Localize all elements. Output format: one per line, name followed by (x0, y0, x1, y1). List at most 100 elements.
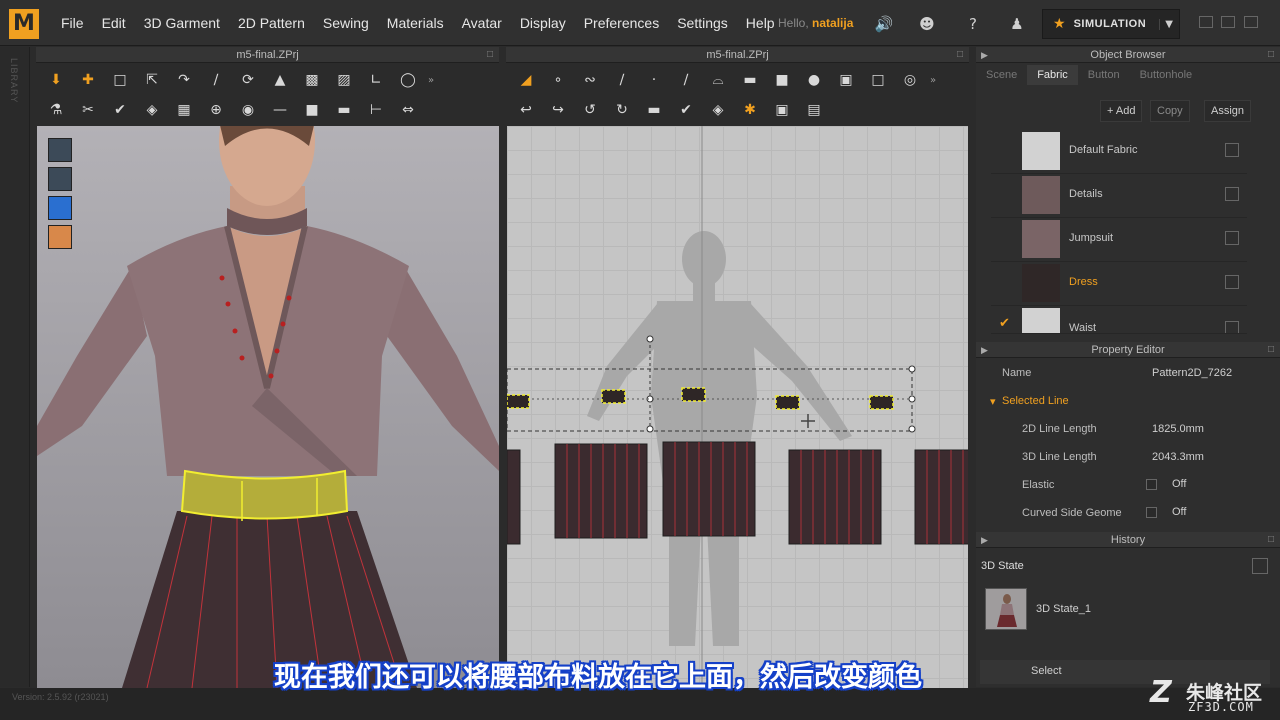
edit-curvature-icon[interactable]: ∾ (579, 69, 601, 91)
avatar-pose-icon[interactable]: ⚗ (45, 99, 67, 121)
fabric-item-waist[interactable]: ✔ Waist (991, 306, 1247, 334)
fabric-options-icon[interactable] (1225, 187, 1239, 201)
history-item-label[interactable]: 3D State_1 (1036, 603, 1091, 615)
zipper-icon[interactable]: ■ (301, 99, 323, 121)
help-icon[interactable]: ? (962, 13, 984, 35)
texture-icon[interactable]: ◈ (141, 99, 163, 121)
user-icon[interactable]: ☻ (916, 13, 938, 35)
annotation-icon[interactable]: ⇔ (397, 99, 419, 121)
collapse-icon[interactable]: ▶ (981, 47, 988, 63)
add-fabric-button[interactable]: + Add (1100, 100, 1143, 122)
menu-help[interactable]: Help (737, 0, 784, 46)
speaker-icon[interactable]: 🔊 (873, 13, 895, 35)
menu-preferences[interactable]: Preferences (575, 0, 668, 46)
menu-3d-garment[interactable]: 3D Garment (135, 0, 229, 46)
maximize-icon[interactable]: □ (1268, 47, 1274, 63)
elastic-checkbox[interactable] (1146, 479, 1157, 490)
pin-icon[interactable]: ✔ (675, 99, 697, 121)
topstitch-icon[interactable]: ▬ (333, 99, 355, 121)
menu-avatar[interactable]: Avatar (453, 0, 511, 46)
property-value[interactable]: 2043.3mm (1152, 451, 1204, 463)
line-icon[interactable]: — (269, 99, 291, 121)
shirt-icon[interactable]: ▩ (301, 69, 323, 91)
fabric-item-default[interactable]: Default Fabric (991, 130, 1247, 174)
username[interactable]: natalija (812, 16, 853, 30)
symmetry-icon[interactable]: ✱ (739, 99, 761, 121)
fabric-options-icon[interactable] (1225, 143, 1239, 157)
minimize-icon[interactable] (1199, 16, 1213, 28)
tuck-icon[interactable]: ⟳ (237, 69, 259, 91)
maximize-icon[interactable]: □ (957, 47, 963, 63)
free-sewing-icon[interactable]: ↺ (579, 99, 601, 121)
fabric-options-icon[interactable] (1225, 275, 1239, 289)
copy-fabric-button[interactable]: Copy (1150, 100, 1190, 122)
box-select-icon[interactable]: □ (109, 69, 131, 91)
maximize-icon[interactable]: □ (1268, 532, 1274, 548)
garment-icon[interactable]: ▲ (269, 69, 291, 91)
circle-icon[interactable]: ● (803, 69, 825, 91)
menu-file[interactable]: File (52, 0, 93, 46)
fabric-options-icon[interactable] (1225, 321, 1239, 333)
menu-display[interactable]: Display (511, 0, 575, 46)
restore-icon[interactable] (1221, 16, 1235, 28)
selected-line-section[interactable]: ▾ Selected Line (990, 388, 1260, 416)
edit-texture-icon[interactable]: ▬ (643, 99, 665, 121)
internal-circle-icon[interactable]: ◎ (899, 69, 921, 91)
collapse-icon[interactable]: ▶ (981, 532, 988, 548)
chevron-down-icon[interactable]: ▼ (1159, 18, 1173, 30)
more-tools-icon[interactable]: » (930, 75, 936, 86)
show-avatar-icon[interactable] (48, 167, 72, 191)
property-name-value[interactable]: Pattern2D_7262 (1152, 367, 1232, 379)
viewport-2d[interactable] (507, 126, 968, 688)
avatar-settings-icon[interactable]: ♟ (1006, 13, 1028, 35)
menu-2d-pattern[interactable]: 2D Pattern (229, 0, 314, 46)
close-icon[interactable] (1244, 16, 1258, 28)
edit-point-icon[interactable]: ∘ (547, 69, 569, 91)
menu-edit[interactable]: Edit (93, 0, 135, 46)
rectangle-icon[interactable]: ■ (771, 69, 793, 91)
cut-icon[interactable]: ∕ (675, 69, 697, 91)
trace-internal-icon[interactable]: ▤ (803, 99, 825, 121)
tab-scene[interactable]: Scene (976, 65, 1027, 85)
internal-rectangle-icon[interactable]: □ (867, 69, 889, 91)
fabric-options-icon[interactable] (1225, 231, 1239, 245)
tab-button[interactable]: Button (1078, 65, 1130, 85)
pattern-fill-icon[interactable]: ▦ (173, 99, 195, 121)
show-garment-icon[interactable] (48, 138, 72, 162)
history-thumbnail[interactable] (985, 588, 1027, 630)
tape-icon[interactable]: ◯ (397, 69, 419, 91)
grain-icon[interactable]: ◈ (707, 99, 729, 121)
button-icon[interactable]: ⊕ (205, 99, 227, 121)
buttonhole-icon[interactable]: ◉ (237, 99, 259, 121)
measure-icon[interactable]: ∟ (365, 69, 387, 91)
curve-icon[interactable]: ⌓ (707, 69, 729, 91)
transform-icon[interactable]: ⇱ (141, 69, 163, 91)
select-move-icon[interactable]: ✚ (77, 69, 99, 91)
trace-icon[interactable]: ▣ (771, 99, 793, 121)
tab-buttonhole[interactable]: Buttonhole (1130, 65, 1203, 85)
fabric-item-jumpsuit[interactable]: Jumpsuit (991, 218, 1247, 262)
more-tools-icon[interactable]: » (428, 75, 434, 86)
fabric-item-dress[interactable]: Dress (991, 262, 1247, 306)
menu-sewing[interactable]: Sewing (314, 0, 378, 46)
maximize-icon[interactable]: □ (487, 47, 493, 63)
pin-line-icon[interactable]: ∕ (205, 69, 227, 91)
jacket-icon[interactable]: ▨ (333, 69, 355, 91)
tack-2d-icon[interactable]: ↻ (611, 99, 633, 121)
needle-icon[interactable]: ✔ (109, 99, 131, 121)
fabric-item-details[interactable]: Details (991, 174, 1247, 218)
seam-allowance-icon[interactable]: ↩ (515, 99, 537, 121)
polygon-icon[interactable]: ▬ (739, 69, 761, 91)
property-value[interactable]: 1825.0mm (1152, 423, 1204, 435)
viewport-3d[interactable] (37, 126, 499, 688)
move-arrow-icon[interactable]: ⬇ (45, 69, 67, 91)
tack-icon[interactable]: ⊢ (365, 99, 387, 121)
tab-fabric[interactable]: Fabric (1027, 65, 1078, 85)
maximize-icon[interactable]: □ (1268, 342, 1274, 358)
menu-materials[interactable]: Materials (378, 0, 453, 46)
assign-fabric-button[interactable]: Assign (1204, 100, 1252, 122)
sewing-icon[interactable]: ✂ (77, 99, 99, 121)
internal-polygon-icon[interactable]: ▣ (835, 69, 857, 91)
transform-pattern-icon[interactable]: ◢ (515, 69, 537, 91)
fold-icon[interactable]: ↷ (173, 69, 195, 91)
